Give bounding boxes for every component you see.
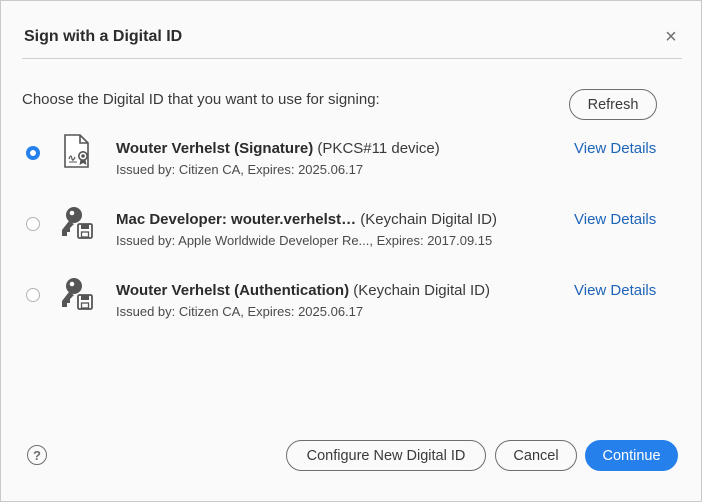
view-details-link[interactable]: View Details: [574, 282, 656, 299]
sign-digital-id-dialog: Sign with a Digital ID × Choose the Digi…: [0, 0, 702, 502]
key-disk-icon: [62, 278, 93, 310]
cancel-button[interactable]: Cancel: [495, 440, 577, 471]
digital-id-title: Wouter Verhelst (Signature) (PKCS#11 dev…: [116, 140, 440, 157]
view-details-link[interactable]: View Details: [574, 140, 656, 157]
title-divider: [22, 58, 682, 59]
certificate-document-icon: [64, 134, 89, 168]
digital-id-name: Mac Developer: wouter.verhelst…: [116, 211, 357, 228]
digital-id-name: Wouter Verhelst (Authentication): [116, 282, 350, 299]
digital-id-name: Wouter Verhelst (Signature): [116, 140, 314, 157]
digital-id-title: Wouter Verhelst (Authentication) (Keycha…: [116, 282, 490, 299]
digital-id-type: (PKCS#11 device): [313, 140, 440, 157]
digital-id-type: (Keychain Digital ID): [356, 211, 497, 228]
digital-id-radio[interactable]: [26, 217, 40, 231]
continue-button[interactable]: Continue: [585, 440, 678, 471]
dialog-title: Sign with a Digital ID: [24, 28, 183, 45]
digital-id-row[interactable]: Wouter Verhelst (Signature) (PKCS#11 dev…: [1, 134, 701, 200]
digital-id-issuer: Issued by: Citizen CA, Expires: 2025.06.…: [116, 304, 364, 319]
digital-id-row[interactable]: Mac Developer: wouter.verhelst… (Keychai…: [1, 207, 701, 271]
instruction-text: Choose the Digital ID that you want to u…: [22, 91, 380, 108]
digital-id-row[interactable]: Wouter Verhelst (Authentication) (Keycha…: [1, 278, 701, 342]
refresh-button[interactable]: Refresh: [569, 89, 657, 120]
digital-id-issuer: Issued by: Citizen CA, Expires: 2025.06.…: [116, 162, 364, 177]
digital-id-radio[interactable]: [26, 288, 40, 302]
digital-id-radio-selected[interactable]: [26, 146, 40, 160]
close-icon[interactable]: ×: [661, 27, 681, 48]
digital-id-title: Mac Developer: wouter.verhelst… (Keychai…: [116, 211, 497, 228]
digital-id-type: (Keychain Digital ID): [349, 282, 490, 299]
configure-new-digital-id-button[interactable]: Configure New Digital ID: [286, 440, 486, 471]
help-icon[interactable]: ?: [27, 445, 47, 465]
digital-id-issuer: Issued by: Apple Worldwide Developer Re.…: [116, 233, 493, 248]
view-details-link[interactable]: View Details: [574, 211, 656, 228]
key-disk-icon: [62, 207, 93, 239]
